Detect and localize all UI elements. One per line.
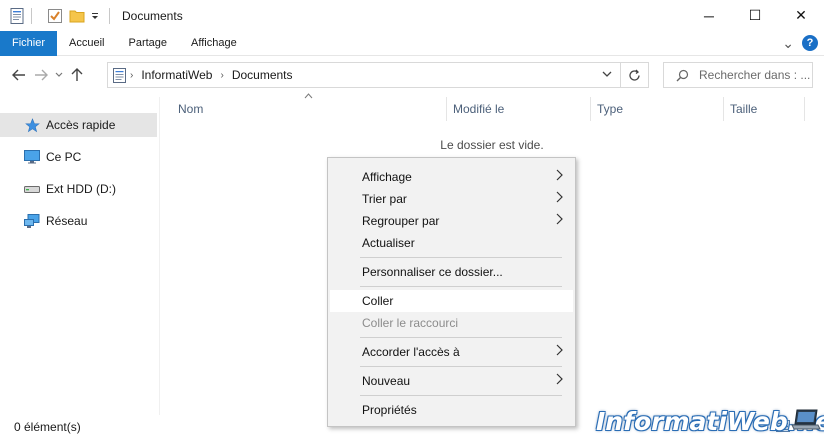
submenu-arrow-icon — [556, 191, 563, 206]
title-bar: Documents ─ ☐ ✕ — [0, 0, 824, 31]
customize-dropdown-icon[interactable] — [87, 8, 103, 24]
breadcrumb-documents[interactable]: Documents — [232, 68, 293, 82]
sidebar-item-quick-access[interactable]: Accès rapide — [0, 113, 157, 137]
menu-item-paste-shortcut[interactable]: Coller le raccourci — [330, 312, 573, 334]
window-title: Documents — [122, 8, 183, 23]
menu-item-label: Coller — [362, 294, 394, 308]
menu-item-label: Accorder l'accès à — [362, 345, 460, 359]
laptop-logo-icon — [791, 408, 821, 435]
menu-separator — [360, 395, 562, 396]
submenu-arrow-icon — [556, 169, 563, 184]
menu-item-label: Affichage — [362, 170, 412, 184]
menu-item-label: Nouveau — [362, 374, 411, 388]
tab-file[interactable]: Fichier — [0, 30, 58, 56]
column-divider[interactable] — [804, 97, 805, 121]
minimize-button[interactable]: ─ — [686, 0, 732, 31]
window-controls: ─ ☐ ✕ — [686, 0, 824, 31]
watermark-logo: InformatiWeb.net — [596, 407, 824, 436]
sidebar-item-label: Accès rapide — [46, 118, 116, 132]
up-arrow-icon[interactable] — [66, 64, 88, 86]
menu-separator — [360, 366, 562, 367]
column-header-modified[interactable]: Modifié le — [447, 97, 590, 121]
back-arrow-icon[interactable] — [8, 64, 30, 86]
quick-access-separator — [31, 7, 32, 24]
menu-item-sort-by[interactable]: Trier par — [330, 188, 573, 210]
sidebar-item-label: Réseau — [46, 214, 88, 228]
close-button[interactable]: ✕ — [778, 0, 824, 31]
menu-item-label: Regrouper par — [362, 214, 440, 228]
tab-share[interactable]: Partage — [116, 31, 179, 56]
status-item-count: 0 élément(s) — [14, 420, 81, 434]
forward-arrow-icon[interactable] — [30, 64, 52, 86]
menu-item-label: Propriétés — [362, 403, 417, 417]
menu-item-new[interactable]: Nouveau — [330, 370, 573, 392]
title-separator — [109, 7, 110, 24]
address-dropdown-icon[interactable] — [602, 68, 612, 80]
empty-folder-message: Le dossier est vide. — [440, 138, 544, 152]
sidebar-item-label: Ext HDD (D:) — [46, 182, 116, 196]
breadcrumb-separator-icon[interactable]: › — [130, 70, 133, 81]
tab-view[interactable]: Affichage — [179, 31, 249, 56]
menu-item-properties[interactable]: Propriétés — [330, 399, 573, 421]
ribbon-tabs: Fichier Accueil Partage Affichage ⌄ ? — [0, 30, 824, 56]
menu-item-paste[interactable]: Coller — [330, 290, 573, 312]
sidebar-item-label: Ce PC — [46, 150, 82, 164]
menu-item-label: Actualiser — [362, 236, 415, 250]
search-input[interactable]: Rechercher dans : ... — [663, 62, 813, 88]
search-placeholder: Rechercher dans : ... — [699, 68, 811, 82]
star-icon — [24, 117, 40, 133]
sidebar-item-this-pc[interactable]: Ce PC — [0, 145, 157, 169]
help-icon[interactable]: ? — [802, 35, 818, 51]
address-bar[interactable]: › InformatiWeb › Documents — [107, 62, 621, 88]
monitor-icon — [24, 149, 40, 165]
expand-ribbon-icon[interactable]: ⌄ — [782, 36, 794, 50]
menu-item-view[interactable]: Affichage — [330, 166, 573, 188]
column-header-size[interactable]: Taille — [724, 97, 804, 121]
documents-folder-icon — [113, 67, 126, 83]
navigation-bar: › InformatiWeb › Documents Rechercher da… — [0, 60, 824, 90]
recent-locations-chevron-icon[interactable] — [52, 64, 66, 86]
breadcrumb-separator-icon[interactable]: › — [220, 70, 223, 81]
menu-separator — [360, 286, 562, 287]
refresh-icon[interactable] — [621, 62, 649, 88]
new-folder-icon[interactable] — [69, 8, 85, 24]
menu-item-label: Trier par — [362, 192, 407, 206]
menu-item-refresh[interactable]: Actualiser — [330, 232, 573, 254]
column-header-name[interactable]: Nom — [172, 97, 446, 121]
breadcrumb-informatiweb[interactable]: InformatiWeb — [141, 68, 212, 82]
submenu-arrow-icon — [556, 373, 563, 388]
menu-item-give-access[interactable]: Accorder l'accès à — [330, 341, 573, 363]
tab-home[interactable]: Accueil — [57, 31, 116, 56]
menu-separator — [360, 257, 562, 258]
menu-item-customize-folder[interactable]: Personnaliser ce dossier... — [330, 261, 573, 283]
checkbox-icon[interactable] — [47, 8, 63, 24]
drive-icon — [24, 181, 40, 197]
menu-item-label: Coller le raccourci — [362, 316, 459, 330]
submenu-arrow-icon — [556, 344, 563, 359]
column-header-type[interactable]: Type — [591, 97, 723, 121]
ribbon-right-controls: ⌄ ? — [782, 35, 818, 51]
network-icon — [24, 213, 40, 229]
submenu-arrow-icon — [556, 213, 563, 228]
menu-item-group-by[interactable]: Regrouper par — [330, 210, 573, 232]
navigation-pane: Accès rapide Ce PC Ext HDD (D:) Réseau — [0, 97, 160, 415]
sidebar-item-ext-hdd[interactable]: Ext HDD (D:) — [0, 177, 157, 201]
sidebar-item-network[interactable]: Réseau — [0, 209, 157, 233]
maximize-button[interactable]: ☐ — [732, 0, 778, 31]
context-menu: Affichage Trier par Regrouper par Actual… — [327, 157, 576, 427]
menu-separator — [360, 337, 562, 338]
properties-icon[interactable] — [9, 7, 25, 24]
menu-item-label: Personnaliser ce dossier... — [362, 265, 503, 279]
search-icon — [676, 69, 689, 82]
